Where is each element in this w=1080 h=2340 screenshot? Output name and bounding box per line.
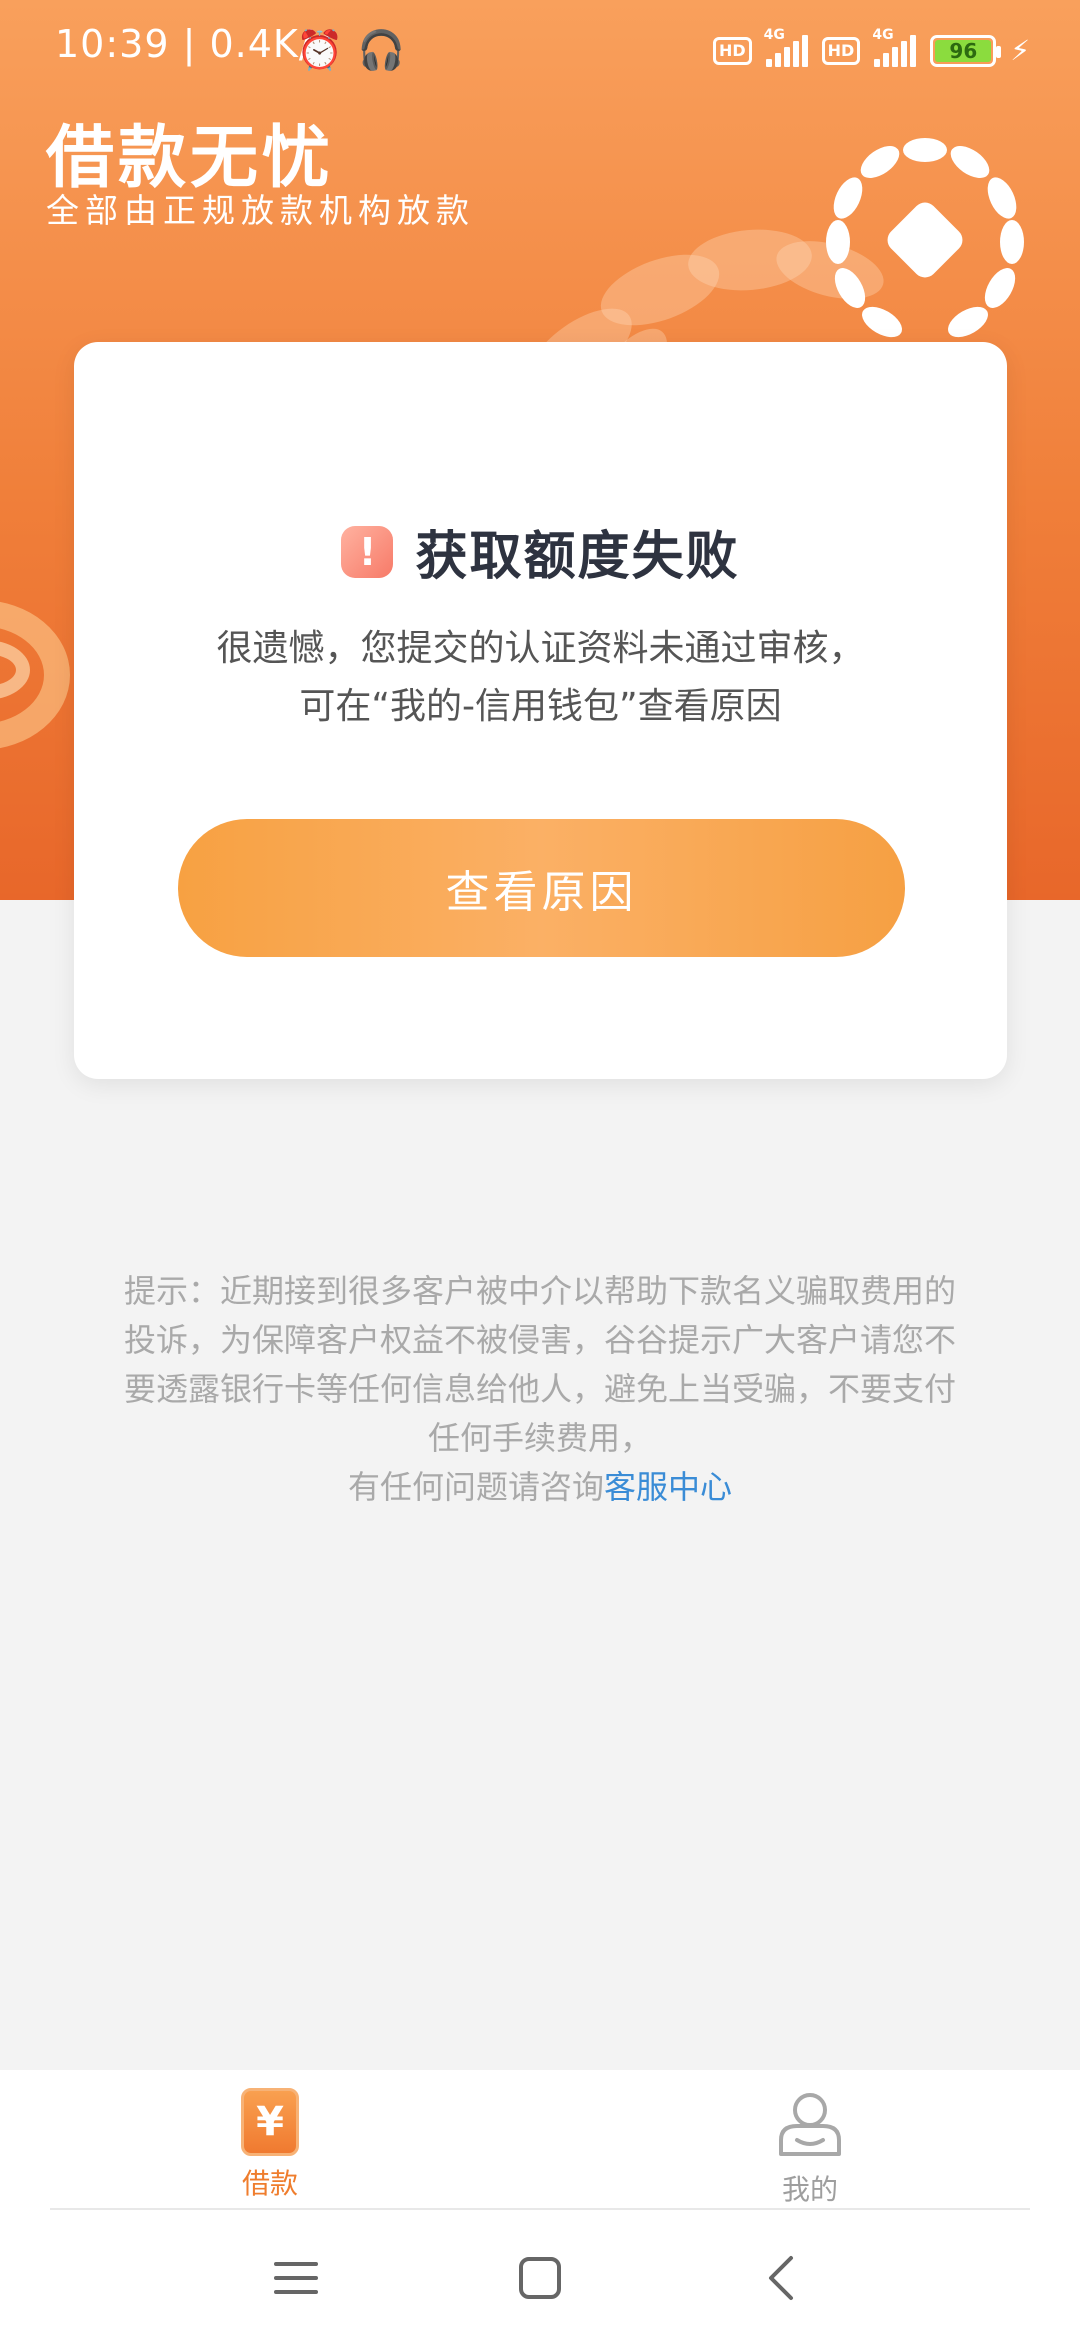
card-header: ! 获取额度失败 xyxy=(74,514,1007,589)
tip-line: 投诉，为保障客户权益不被侵害，谷谷提示广大客户请您不 xyxy=(123,1321,956,1359)
tip-line: 要透露银行卡等任何信息给他人，避免上当受骗，不要支付 xyxy=(123,1370,956,1408)
user-icon xyxy=(779,2093,841,2156)
card-message: 很遗憾，您提交的认证资料未通过审核， 可在“我的-信用钱包”查看原因 xyxy=(114,620,967,736)
battery-level: 96 xyxy=(935,39,992,62)
tip-contact-prefix: 有任何问题请咨询 xyxy=(347,1468,604,1506)
status-bar: 10:39 | 0.4K/s ⏰ 🎧 HD 4G HD 4G 96 ⚡ xyxy=(0,0,1080,90)
tab-loan-label: 借款 xyxy=(241,2167,298,2200)
tab-mine-label: 我的 xyxy=(781,2173,838,2206)
tip-line: 任何手续费用， xyxy=(427,1419,652,1457)
bottom-tab-bar: ¥ 借款 我的 xyxy=(0,2070,1080,2210)
signal-icon: 4G xyxy=(764,27,808,67)
customer-service-link[interactable]: 客服中心 xyxy=(604,1468,732,1506)
home-icon[interactable] xyxy=(510,2248,570,2308)
sim1-hd-badge: HD xyxy=(712,36,752,65)
sim2-hd-badge: HD xyxy=(821,36,861,65)
battery-icon: 96 xyxy=(930,34,1002,67)
tip-text: 提示：近期接到很多客户被中介以帮助下款名义骗取费用的 投诉，为保障客户权益不被侵… xyxy=(100,1267,980,1512)
card-message-line: 可在“我的-信用钱包”查看原因 xyxy=(299,686,782,727)
status-icons: ⏰ 🎧 HD 4G HD 4G 96 ⚡ xyxy=(296,27,1030,73)
tip-contact-line: 有任何问题请咨询客服中心 xyxy=(100,1463,980,1512)
back-icon[interactable] xyxy=(753,2248,813,2308)
alarm-icon: ⏰ xyxy=(296,28,344,72)
headphones-icon: 🎧 xyxy=(357,28,405,72)
app-subtitle: 全部由正规放款机构放款 xyxy=(46,191,475,230)
result-card: ! 获取额度失败 很遗憾，您提交的认证资料未通过审核， 可在“我的-信用钱包”查… xyxy=(74,342,1007,1079)
system-nav-bar xyxy=(0,2210,1080,2340)
tab-loan[interactable]: ¥ 借款 xyxy=(210,2088,330,2202)
warning-icon: ! xyxy=(341,525,394,578)
signal-icon: 4G xyxy=(872,27,917,67)
tab-mine[interactable]: 我的 xyxy=(750,2088,870,2208)
menu-icon[interactable] xyxy=(266,2248,326,2308)
status-time: 10:39 | 0.4K/s xyxy=(55,22,334,66)
tip-line: 提示：近期接到很多客户被中介以帮助下款名义骗取费用的 xyxy=(123,1272,956,1310)
card-title: 获取额度失败 xyxy=(415,527,740,587)
card-message-line: 很遗憾，您提交的认证资料未通过审核， xyxy=(216,628,865,669)
yen-icon: ¥ xyxy=(241,2088,299,2156)
view-reason-button[interactable]: 查看原因 xyxy=(178,819,905,957)
charging-icon: ⚡ xyxy=(1010,34,1030,67)
wreath-logo-icon xyxy=(826,138,1024,338)
